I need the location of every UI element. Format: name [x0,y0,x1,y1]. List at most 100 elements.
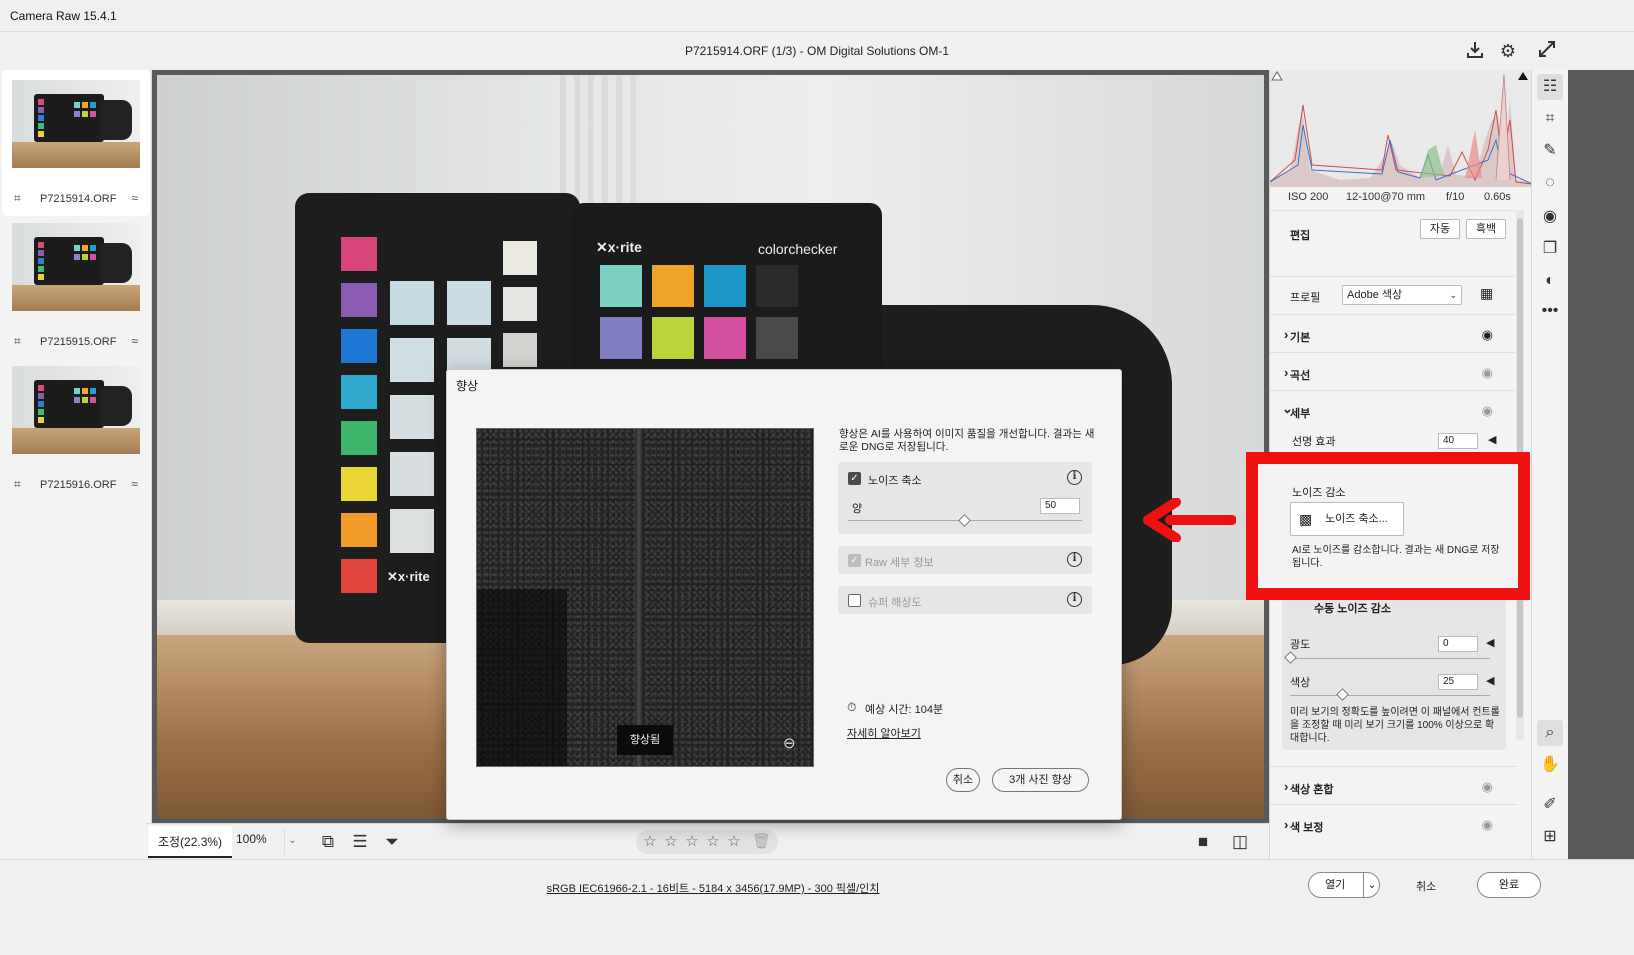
settings-gear-icon[interactable]: ⚙ [1497,40,1519,62]
viewer-toolbar: 조정(22.3%) 100% ⌄ ⧉ ☰ ⏷ ☆ ☆ ☆ ☆ ☆ 🗑 ■ ◫ [146,823,1269,859]
chevron-right-icon: › [1284,817,1289,832]
filmstrip-item[interactable]: ⌗ P7215914.ORF ≈ [2,70,150,216]
adjustments-icon: ≈ [131,334,138,348]
visibility-eye-icon[interactable]: ◉ [1482,403,1493,419]
info-icon[interactable]: i [1067,592,1082,607]
red-eye-icon[interactable]: ◉ [1537,204,1563,230]
filmstrip-filename: P7215914.ORF [40,193,117,205]
preview-mode-icon[interactable]: ■ [1191,830,1215,854]
exif-lens: 12-100@70 mm [1346,191,1426,203]
reset-triangle-icon[interactable]: ◀ [1486,674,1494,687]
zoom-tool-icon[interactable]: ⌕ [1537,720,1563,746]
chevron-right-icon: › [1284,365,1289,380]
sort-icon[interactable]: ☰ [348,830,372,854]
luminance-input[interactable]: 0 [1438,636,1478,652]
before-after-icon[interactable]: ◫ [1228,830,1252,854]
edit-sliders-icon[interactable]: ☷ [1537,74,1563,100]
filmstrip-filename: P7215916.ORF [40,479,117,491]
section-curve[interactable]: › 곡선 ◉ [1270,352,1517,390]
profile-browser-icon[interactable]: ▦ [1480,285,1493,302]
filmstrip-item[interactable]: ⌗ P7215915.ORF ≈ [4,215,148,357]
section-basic[interactable]: › 기본 ◉ [1270,314,1517,352]
mask-icon[interactable]: ◌ [1537,170,1563,196]
preview-tag[interactable]: 향상됨 [617,725,673,755]
trash-icon[interactable]: 🗑 [752,832,771,852]
chevron-down-icon: ⌄ [1449,290,1457,300]
more-options-icon[interactable]: ••• [1537,298,1563,324]
rating-stars[interactable]: ☆ ☆ ☆ ☆ ☆ 🗑 [636,830,778,854]
visibility-eye-icon[interactable]: ◉ [1482,779,1493,795]
zoom-dropdown-icon[interactable]: ⌄ [284,828,300,854]
black-white-button[interactable]: 흑백 [1466,219,1506,239]
filter-icon[interactable]: ⏷ [380,830,404,854]
super-resolution-label: 슈퍼 해상도 [868,597,922,609]
color-noise-slider[interactable] [1336,688,1349,701]
histogram [1269,70,1533,187]
zoom-out-icon[interactable]: ⊖ [783,734,796,752]
hand-tool-icon[interactable]: ✋ [1537,752,1563,778]
star-icon[interactable]: ☆ [663,832,679,852]
open-button[interactable]: 열기 ⌄ [1308,872,1380,898]
filmstrip-toggle-icon[interactable]: ⧉ [316,830,340,854]
workflow-options-link[interactable]: sRGB IEC61966-2.1 - 16비트 - 5184 x 3456(1… [0,880,1426,896]
luminance-slider[interactable] [1284,651,1297,664]
color-noise-label: 색상 [1290,677,1311,689]
reset-triangle-icon[interactable]: ◀ [1488,433,1496,446]
save-image-icon[interactable] [1464,40,1486,62]
zoom-level[interactable]: 100% [236,832,267,846]
healing-icon[interactable]: ✎ [1537,138,1563,164]
done-button[interactable]: 완료 [1477,872,1541,898]
dialog-title: 향상 [456,379,479,393]
reset-triangle-icon[interactable]: ◀ [1486,636,1494,649]
section-color-grading-label: 색 보정 [1290,822,1324,834]
filmstrip-item[interactable]: ⌗ P7215916.ORF ≈ [4,358,148,500]
amount-slider[interactable] [958,514,971,527]
learn-more-link[interactable]: 자세히 알아보기 [847,725,921,741]
visibility-eye-icon[interactable]: ◉ [1482,327,1493,343]
sharpening-input[interactable]: 40 [1438,433,1478,449]
profile-value: Adobe 색상 [1347,289,1403,301]
exif-aperture: f/10 [1446,191,1465,203]
timer-icon: ⏱ [847,700,857,714]
open-dropdown-icon[interactable]: ⌄ [1363,873,1380,897]
presets-icon[interactable]: ◐ [1537,268,1563,294]
adjustments-icon: ≈ [131,191,138,205]
fullscreen-icon[interactable] [1536,40,1558,62]
denoise-checkbox[interactable]: ✓ [848,472,861,485]
grid-overlay-icon[interactable]: ⊞ [1537,824,1563,850]
info-icon[interactable]: i [1067,552,1082,567]
star-icon[interactable]: ☆ [726,832,742,852]
super-resolution-option: 슈퍼 해상도 i [838,586,1092,614]
enhanced-preview[interactable]: 향상됨 ⊖ [476,428,814,767]
dialog-cancel-button[interactable]: 취소 [946,768,980,792]
chevron-right-icon: › [1284,779,1289,794]
super-resolution-checkbox[interactable] [848,594,861,607]
thumbnail [12,80,140,168]
color-noise-input[interactable]: 25 [1438,674,1478,690]
edit-label: 편집 [1290,230,1311,242]
star-icon[interactable]: ☆ [705,832,721,852]
fit-zoom-button[interactable]: 조정(22.3%) [148,826,232,858]
section-color-grading[interactable]: › 색 보정 ◉ [1270,804,1517,842]
section-color-mixer[interactable]: › 색상 혼합 ◉ [1270,766,1517,804]
section-curve-label: 곡선 [1290,370,1311,382]
profile-select[interactable]: Adobe 색상 ⌄ [1342,285,1462,305]
raw-details-checkbox[interactable]: ✓ [848,554,861,567]
auto-button[interactable]: 자동 [1420,219,1460,239]
tool-rail: ☷ ⌗ ✎ ◌ ◉ ❐ ◐ ••• ⌕ ✋ ✐ ⊞ [1531,70,1568,859]
snapshots-icon[interactable]: ❐ [1537,236,1563,262]
star-icon[interactable]: ☆ [642,832,658,852]
enhance-button[interactable]: 3개 사진 향상 [992,768,1089,792]
visibility-eye-icon[interactable]: ◉ [1482,365,1493,381]
star-icon[interactable]: ☆ [684,832,700,852]
thumbnail [12,366,140,454]
sampler-icon[interactable]: ✐ [1537,792,1563,818]
cancel-button[interactable]: 취소 [1416,878,1436,894]
crop-icon: ⌗ [14,477,21,491]
crop-tool-icon[interactable]: ⌗ [1537,106,1563,132]
enhance-dialog: 향상 향상됨 ⊖ 향상은 AI를 사용하여 이미지 품질을 개선합니다. 결과는… [446,369,1122,820]
visibility-eye-icon[interactable]: ◉ [1482,817,1493,833]
chevron-right-icon: › [1284,327,1289,342]
info-icon[interactable]: i [1067,470,1082,485]
amount-input[interactable]: 50 [1040,498,1080,514]
